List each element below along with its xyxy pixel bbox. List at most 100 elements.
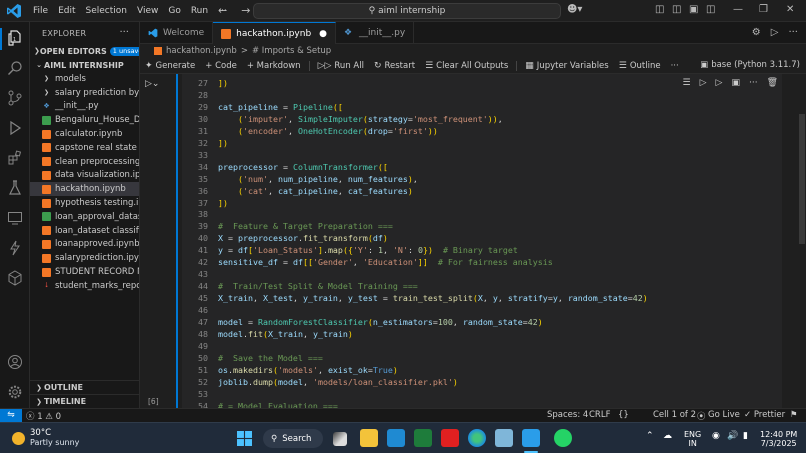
unsaved-dot-icon[interactable]: ● [319,29,327,39]
execute-below-icon[interactable]: ▷ [716,78,723,88]
forward-arrow-icon[interactable]: → [241,4,250,17]
split-cell-icon[interactable]: ▣ [731,78,740,88]
explorer-files-icon[interactable]: 1 [7,30,23,46]
photos-icon[interactable] [495,429,513,447]
code-line[interactable]: 42 sensitive_df = df[['Gender', 'Educatio… [182,256,782,268]
file-tree-item[interactable]: clean preprocessing d... [30,155,139,169]
code-line[interactable]: 31 ('encoder', OneHotEncoder(drop='first… [182,125,782,137]
menu-edit[interactable]: Edit [53,6,80,16]
code-line[interactable]: 32]) [182,137,782,149]
code-line[interactable]: 34 preprocessor = ColumnTransformer([ [182,161,782,173]
restore-icon[interactable]: ❐ [759,4,768,15]
run-icon[interactable]: ▷ [771,27,779,38]
language-status[interactable]: {} [618,410,629,420]
outline-section[interactable]: ❯ OUTLINE [30,380,139,394]
xbox-icon[interactable] [414,429,432,447]
command-center-search[interactable]: ⚲ aiml internship [253,3,561,19]
vertical-scrollbar[interactable] [798,74,806,408]
microsoft-store-icon[interactable] [387,429,405,447]
whatsapp-icon[interactable] [554,429,572,447]
cloud-icon[interactable]: ☁ [663,432,672,441]
testing-flask-icon[interactable] [7,180,23,196]
file-explorer-icon[interactable] [360,429,378,447]
file-tree-item[interactable]: ❯ models [30,72,139,86]
account-icon[interactable] [7,354,23,370]
generate-button[interactable]: ✦ Generate [140,61,200,71]
open-editors-section[interactable]: ❯ OPEN EDITORS 1 unsaved [30,44,139,58]
file-tree-item[interactable]: ❯ salary prediction by li... [30,86,139,100]
clear-outputs-button[interactable]: ☰ Clear All Outputs [420,61,513,71]
file-tree-item[interactable]: ⭣ student_marks_report.... [30,279,139,293]
code-line[interactable]: 51 os.makedirs('models', exist_ok=True) [182,364,782,376]
code-line[interactable]: 40 X = preprocessor.fit_transform(df) [182,232,782,244]
tab-hackathon[interactable]: hackathon.ipynb ● [213,22,337,44]
file-tree-item[interactable]: calculator.ipynb [30,127,139,141]
task-view-icon[interactable] [333,432,347,446]
cell-more-icon[interactable]: ··· [749,78,758,88]
volume-icon[interactable]: 🔊 [727,432,738,441]
file-tree-item[interactable]: loan_dataset classifica... [30,224,139,238]
code-line[interactable]: 43 [182,268,782,280]
code-line[interactable]: 48 model.fit(X_train, y_train) [182,328,782,340]
toolbar-more-button[interactable]: ··· [666,61,684,71]
explorer-more-icon[interactable]: ··· [119,27,129,38]
file-tree-item[interactable]: data visualization.ipynb [30,169,139,183]
taskbar-search[interactable]: ⚲ Search [263,429,323,448]
close-icon[interactable]: ✕ [786,4,794,15]
code-line[interactable]: 45 X_train, X_test, y_train, y_test = tra… [182,292,782,304]
search-icon[interactable] [7,60,23,76]
indentation-status[interactable]: Spaces: 4 [547,410,588,420]
code-line[interactable]: 33 [182,149,782,161]
code-cell[interactable]: 27]) 28 29 cat_pipeline = Pipeline([30 ('im… [182,74,782,408]
jupyter-package-icon[interactable] [7,270,23,286]
delete-cell-icon[interactable]: 🗑 [767,78,778,88]
input-language[interactable]: ENG IN [684,430,701,448]
run-cell-icon[interactable]: ▷⌄ [145,79,159,89]
prettier-status[interactable]: ✓ Prettier [744,410,785,420]
layout-icon[interactable]: ◫ [655,4,664,15]
clock[interactable]: 12:40 PM 7/3/2025 [760,430,797,448]
run-debug-icon[interactable] [7,120,23,136]
code-line[interactable]: 53 [182,388,782,400]
file-tree-item[interactable]: ❖ __init__.py [30,100,139,114]
menu-go[interactable]: Go [163,6,185,16]
code-line[interactable]: 29 cat_pipeline = Pipeline([ [182,101,782,113]
file-tree-item[interactable]: hypothesis testing.ipy... [30,196,139,210]
file-tree-item[interactable]: loan_approval_datase... [30,210,139,224]
execute-above-icon[interactable]: ▷ [700,78,707,88]
file-tree-item[interactable]: loanapproved.ipynb [30,238,139,252]
code-line[interactable]: 39 # Feature & Target Preparation === [182,220,782,232]
file-tree-item[interactable]: hackathon.ipynb [30,182,139,197]
remote-indicator-icon[interactable]: ⇋ [0,409,22,423]
code-line[interactable]: 44 # Train/Test Split & Model Training ==… [182,280,782,292]
scroll-thumb[interactable] [799,114,805,244]
timeline-section[interactable]: ❯ TIMELINE [30,394,139,408]
lightning-icon[interactable] [7,240,23,256]
file-tree-item[interactable]: STUDENT RECORD M... [30,265,139,279]
settings-gear-icon[interactable] [7,384,23,400]
code-line[interactable]: 30 ('imputer', SimpleImputer(strategy='m… [182,113,782,125]
source-control-icon[interactable] [7,90,23,106]
remote-explorer-icon[interactable] [7,210,23,226]
youtube-icon[interactable] [441,429,459,447]
project-section[interactable]: ⌄ AIML INTERNSHIP [30,58,139,72]
extensions-icon[interactable] [7,150,23,166]
jupyter-variables-button[interactable]: ▦ Jupyter Variables [520,61,613,71]
menu-view[interactable]: View [132,6,163,16]
restart-button[interactable]: ↻ Restart [369,61,420,71]
back-arrow-icon[interactable]: ← [218,4,227,17]
code-line[interactable]: 28 [182,89,782,101]
menu-run[interactable]: Run [186,6,213,16]
tab-init[interactable]: ❖ __init__.py [336,22,415,44]
file-tree-item[interactable]: capstone real state pr... [30,141,139,155]
breadcrumb-file[interactable]: hackathon.ipynb [166,46,237,56]
file-tree-item[interactable]: Bengaluru_House_Dat... [30,113,139,127]
code-line[interactable]: 38 [182,208,782,220]
problems-indicator[interactable]: ⓧ 1 ⚠ 0 [26,410,61,422]
code-line[interactable]: 46 [182,304,782,316]
tray-overflow-chevron-icon[interactable]: ⌃ [646,432,654,441]
windows-start-icon[interactable] [237,431,252,446]
code-line[interactable]: 49 [182,340,782,352]
code-line[interactable]: 50 # Save the Model === [182,352,782,364]
minimize-icon[interactable]: — [733,4,743,15]
